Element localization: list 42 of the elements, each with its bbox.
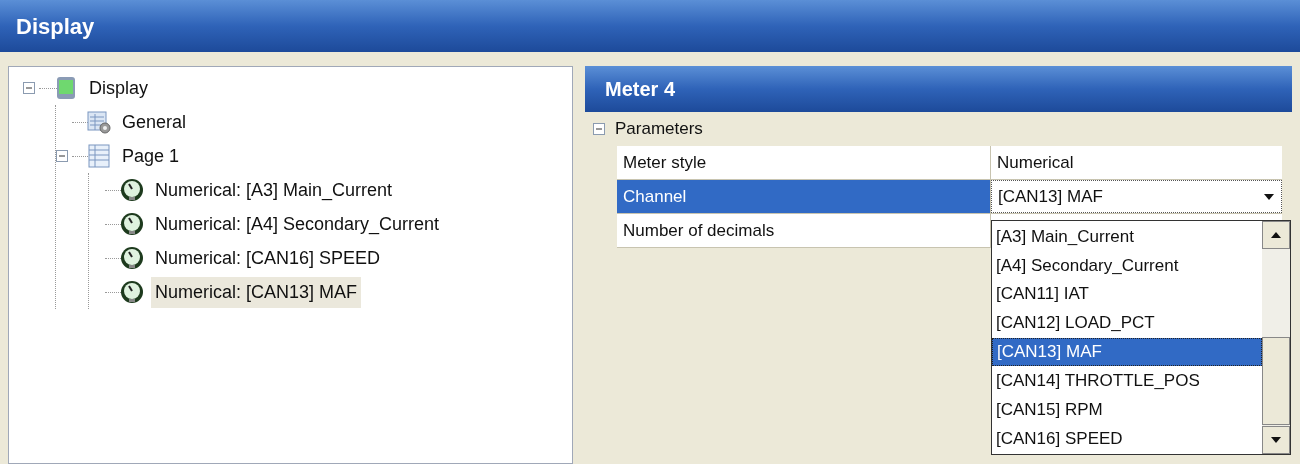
up-arrow-icon [1270,231,1282,239]
dropdown-option[interactable]: [CAN11] IAT [992,279,1262,309]
gauge-icon [120,246,144,270]
tree-item[interactable]: General [118,106,191,138]
property-value: Numerical [991,146,1282,179]
device-icon [56,76,76,100]
minus-icon [25,84,33,92]
property-name[interactable]: Meter style [617,146,991,179]
dropdown-option[interactable]: [A4] Secondary_Current [992,250,1262,280]
tree-item[interactable]: Page 1 [118,140,184,172]
collapse-toggle[interactable] [23,82,35,94]
table-icon [88,144,110,168]
minus-icon [58,152,66,160]
panel-title: Meter 4 [585,66,1292,112]
gauge-icon [120,280,144,304]
dropdown-option[interactable]: [CAN15] RPM [992,395,1262,425]
scroll-thumb[interactable] [1262,337,1290,425]
scrollbar[interactable] [1262,221,1290,454]
channel-select[interactable]: [CAN13] MAF [991,180,1282,213]
dropdown-option[interactable]: [A3] Main_Current [992,222,1262,251]
scroll-up-button[interactable] [1262,221,1290,249]
dropdown-option[interactable]: [CAN14] THROTTLE_POS [992,366,1262,396]
down-arrow-icon [1270,436,1282,444]
collapse-toggle[interactable] [56,150,68,162]
tree-item[interactable]: Numerical: [CAN13] MAF [151,276,362,308]
property-name[interactable]: Number of decimals [617,214,991,247]
dropdown-option[interactable]: [CAN12] LOAD_PCT [992,308,1262,338]
minus-icon [595,125,603,133]
window-title: Display [0,0,1300,52]
tree-item[interactable]: Numerical: [A3] Main_Current [151,174,397,206]
dropdown-arrow-icon [1263,192,1275,201]
collapse-toggle[interactable] [593,123,605,135]
tree-item[interactable]: Display [85,72,153,104]
tree-item[interactable]: Numerical: [CAN16] SPEED [151,242,385,274]
category-label: Parameters [615,118,703,141]
property-name[interactable]: Channel [617,180,991,213]
scroll-down-button[interactable] [1262,426,1290,454]
gauge-icon [120,178,144,202]
dropdown-option[interactable]: [CAN13] MAF [992,337,1262,367]
dropdown-option[interactable]: [CAN16] SPEED [992,424,1262,453]
tree-item[interactable]: Numerical: [A4] Secondary_Current [151,208,444,240]
gauge-icon [120,212,144,236]
